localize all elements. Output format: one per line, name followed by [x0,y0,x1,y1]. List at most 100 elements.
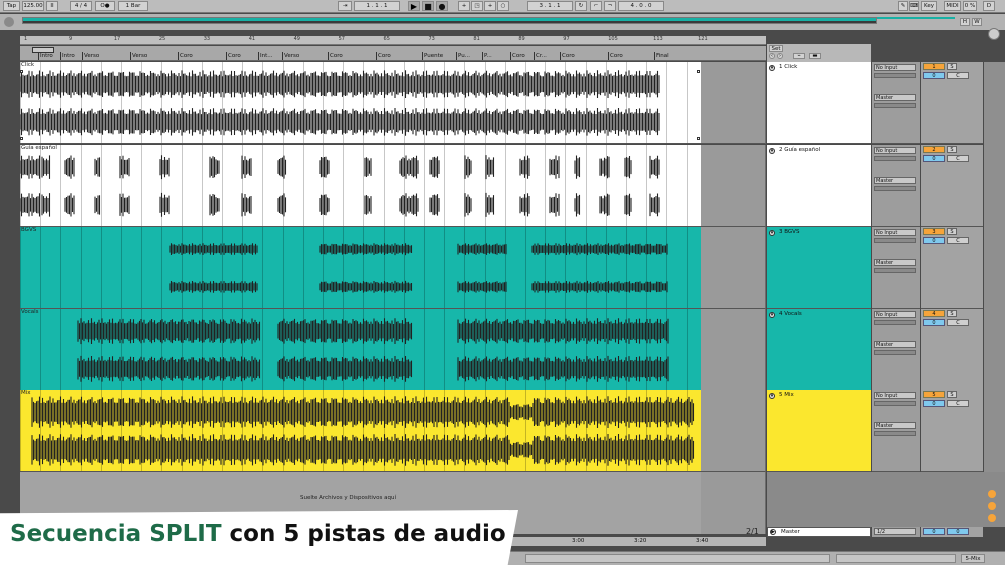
track-header[interactable]: ▾ 5 Mix [767,390,871,472]
play-icon[interactable]: ▶ [408,1,420,11]
clip-handle[interactable] [697,70,700,73]
loop-switch-icon[interactable]: ↻ [575,1,587,11]
input-type-select[interactable]: No Input [874,64,916,71]
overdub-icon[interactable]: + [458,1,470,11]
solo-button[interactable]: S [947,146,957,153]
locator-marker[interactable]: Coro [226,52,241,60]
fold-icon[interactable]: ▾ [769,148,775,154]
locator-marker[interactable]: P... [482,52,492,60]
clip-handle[interactable] [20,70,23,73]
sends-toggle-button[interactable]: W [972,18,982,26]
locator-lane[interactable]: Intro Intro Verso Verso Coro Coro Int... Verso C… [20,46,766,61]
draw-mode-icon[interactable]: ✎ [898,1,908,11]
locator-marker[interactable]: Puente [422,52,443,60]
locator-marker[interactable]: Pu... [456,52,470,60]
output-select[interactable]: Master [874,422,916,429]
fold-icon[interactable]: ▶ [770,529,776,535]
locator-marker[interactable]: Coro [510,52,525,60]
input-channel-select[interactable] [874,156,916,161]
locator-marker[interactable]: Verso [282,52,299,60]
track-lane[interactable]: Guía español [20,145,701,227]
re-enable-automation-icon[interactable]: + [484,1,496,11]
master-output-select[interactable]: 1/2 [874,528,916,535]
output-channel-select[interactable] [874,103,916,108]
clip-view-icon[interactable] [988,490,996,498]
track-header[interactable]: ▾ 1 Click [767,62,871,144]
output-select[interactable]: Master [874,177,916,184]
input-channel-select[interactable] [874,238,916,243]
solo-button[interactable]: S [947,391,957,398]
meter-field[interactable]: 4 / 4 [70,1,92,11]
locator-marker[interactable]: Verso [130,52,147,60]
loop-start-field[interactable]: 3 . 1 . 1 [527,1,573,11]
midi-map-button[interactable]: MIDI [944,1,961,11]
output-select[interactable]: Master [874,341,916,348]
volume-field[interactable]: 0 [923,155,945,162]
locator-marker[interactable]: Cr... [534,52,547,60]
stop-icon[interactable]: ■ [422,1,434,11]
input-type-select[interactable]: No Input [874,229,916,236]
io-toggle-button[interactable]: H [960,18,970,26]
master-volume[interactable]: 0 [923,528,945,535]
output-select[interactable]: Master [874,259,916,266]
fold-icon[interactable]: ▾ [769,312,775,318]
track-header[interactable]: ▾ 2 Guía español [767,145,871,227]
fold-icon[interactable]: ▾ [769,393,775,399]
input-channel-select[interactable] [874,401,916,406]
capture-icon[interactable]: ○ [497,1,509,11]
pan-field[interactable]: C [947,400,969,407]
input-type-select[interactable]: No Input [874,147,916,154]
output-channel-select[interactable] [874,431,916,436]
track-lane[interactable]: Vocals [20,309,701,391]
solo-button[interactable]: S [947,63,957,70]
loop-brace[interactable] [32,47,54,53]
fold-icon[interactable]: ▾ [769,65,775,71]
output-channel-select[interactable] [874,186,916,191]
locator-marker[interactable]: Int... [258,52,273,60]
follow-button[interactable]: ⇥ [338,1,352,11]
volume-field[interactable]: 0 [923,400,945,407]
clip-handle[interactable] [697,137,700,140]
track-activator-button[interactable]: 2 [923,146,945,153]
mixer-toggle-icon[interactable] [988,28,1000,40]
key-map-button[interactable]: Key [921,1,937,11]
output-channel-select[interactable] [874,350,916,355]
scroll-column[interactable] [984,62,1005,472]
volume-field[interactable]: 0 [923,72,945,79]
tap-button[interactable]: Tap [3,1,20,11]
automation-arm-icon[interactable]: ◳ [471,1,483,11]
browser-toggle-icon[interactable] [4,17,14,27]
locator-marker[interactable]: Coro [328,52,343,60]
metronome-button[interactable]: O● [95,1,115,11]
locator-marker[interactable]: Intro [38,52,53,60]
input-type-select[interactable]: No Input [874,392,916,399]
track-activator-button[interactable]: 1 [923,63,945,70]
input-channel-select[interactable] [874,73,916,78]
track-activator-button[interactable]: 3 [923,228,945,235]
record-icon[interactable]: ● [436,1,448,11]
device-view-icon[interactable] [988,502,996,510]
track-activator-button[interactable]: 4 [923,310,945,317]
locator-marker[interactable]: Coro [608,52,623,60]
set-locator-button[interactable]: Set [769,45,783,52]
locator-marker[interactable]: Final [654,52,669,60]
locator-marker[interactable]: Intro [60,52,75,60]
input-channel-select[interactable] [874,320,916,325]
next-locator-icon[interactable]: › [777,53,783,59]
detail-view-icon[interactable] [988,514,996,522]
track-lane[interactable]: Click [20,62,701,144]
time-ruler[interactable]: 3:00 3:20 3:40 [500,537,766,546]
key-map-icon[interactable]: ⌨ [909,1,919,11]
bar-ruler[interactable]: 1 9 17 25 33 41 49 57 65 73 81 89 97 105 113 121 [20,36,766,45]
track-header[interactable]: ▾ 3 BGVS [767,227,871,309]
pan-field[interactable]: C [947,72,969,79]
solo-button[interactable]: S [947,228,957,235]
input-type-select[interactable]: No Input [874,311,916,318]
locator-marker[interactable]: Coro [560,52,575,60]
track-lane[interactable]: BGVS [20,227,701,309]
volume-field[interactable]: 0 [923,237,945,244]
volume-field[interactable]: 0 [923,319,945,326]
pan-field[interactable]: C [947,319,969,326]
track-header[interactable]: ▾ 4 Vocals [767,309,871,391]
automation-mode-icon[interactable]: ⌁ [793,53,805,59]
